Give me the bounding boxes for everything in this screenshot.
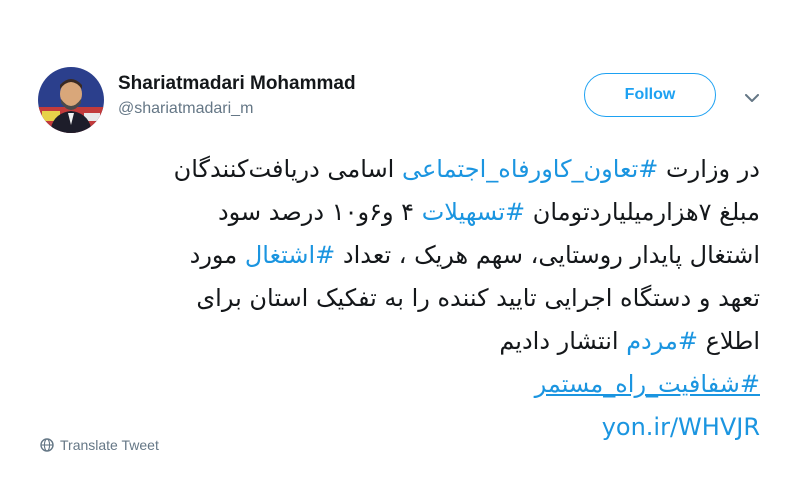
hashtag-link[interactable]: #مردم (626, 327, 698, 355)
tweet-text-segment: اسامی دریافت‌کنندگان (173, 155, 402, 183)
tweet-line: #شفافیت_راه_مستمر (30, 363, 760, 406)
tweet-link[interactable]: yon.ir/WHVJR (602, 413, 760, 441)
tweet-card: Shariatmadari Mohammad @shariatmadari_m … (0, 0, 800, 498)
chevron-down-icon (745, 93, 759, 102)
tweet-text-segment: انتشار دادیم (499, 327, 627, 355)
tweet-text-segment: مبلغ ۷هزارمیلیاردتومان (525, 198, 760, 226)
translate-tweet-label: Translate Tweet (60, 437, 159, 453)
globe-icon (40, 438, 54, 452)
author-name[interactable]: Shariatmadari Mohammad (118, 73, 356, 95)
tweet-text: در وزارت #تعاون_کاورفاه_اجتماعی اسامی در… (30, 148, 760, 449)
tweet-line: در وزارت #تعاون_کاورفاه_اجتماعی اسامی در… (30, 148, 760, 191)
tweet-text-segment: تعهد و دستگاه اجرایی تایید کننده را به ت… (196, 284, 760, 312)
hashtag-link[interactable]: #اشتغال (245, 241, 335, 269)
hashtag-link[interactable]: #تعاون_کاورفاه_اجتماعی (402, 155, 658, 183)
author-handle[interactable]: @shariatmadari_m (118, 100, 253, 118)
translate-tweet[interactable]: Translate Tweet (40, 437, 159, 453)
follow-button[interactable]: Follow (584, 73, 716, 117)
tweet-line: تعهد و دستگاه اجرایی تایید کننده را به ت… (30, 277, 760, 320)
more-options-button[interactable] (741, 88, 763, 108)
tweet-text-segment: اشتغال پایدار روستایی، سهم هریک ، تعداد (335, 241, 760, 269)
tweet-text-segment: اطلاع (697, 327, 760, 355)
hashtag-link[interactable]: #تسهیلات (422, 198, 525, 226)
tweet-text-segment: در وزارت (658, 155, 760, 183)
tweet-text-segment: مورد (189, 241, 245, 269)
tweet-line: اطلاع #مردم انتشار دادیم (30, 320, 760, 363)
tweet-text-segment: ۴ و۶و۱۰ درصد سود (217, 198, 422, 226)
hashtag-link[interactable]: #شفافیت_راه_مستمر (535, 370, 760, 398)
tweet-line: اشتغال پایدار روستایی، سهم هریک ، تعداد … (30, 234, 760, 277)
avatar[interactable] (38, 67, 104, 133)
tweet-line: مبلغ ۷هزارمیلیاردتومان #تسهیلات ۴ و۶و۱۰ … (30, 191, 760, 234)
avatar-image (38, 67, 104, 133)
